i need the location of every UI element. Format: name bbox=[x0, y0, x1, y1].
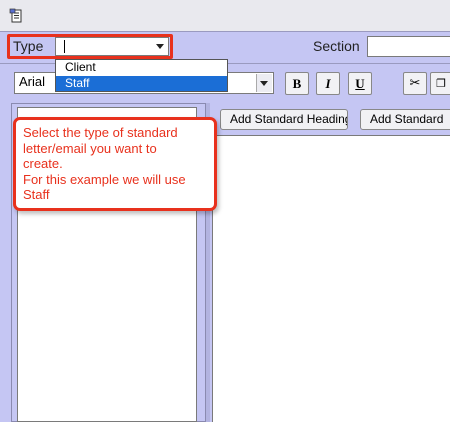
document-icon bbox=[9, 8, 22, 23]
cut-button[interactable]: ✂ bbox=[403, 72, 427, 95]
chevron-down-icon bbox=[260, 81, 268, 86]
section-label: Section bbox=[313, 38, 360, 54]
callout-line: For this example we will use bbox=[23, 171, 186, 187]
scissors-icon: ✂ bbox=[409, 76, 421, 91]
callout-line: Staff bbox=[23, 187, 50, 202]
underline-button[interactable]: U bbox=[348, 72, 372, 95]
editor-area[interactable] bbox=[212, 135, 450, 422]
copy-icon: ❐ bbox=[436, 77, 446, 90]
add-standard-button[interactable]: Add Standard bbox=[360, 109, 450, 130]
font-select-value: Arial bbox=[19, 74, 46, 89]
title-bar bbox=[0, 0, 450, 32]
instruction-callout: Select the type of standard letter/email… bbox=[13, 117, 217, 211]
dropdown-option-staff[interactable]: Staff bbox=[56, 76, 227, 91]
section-input[interactable] bbox=[367, 36, 450, 57]
copy-button[interactable]: ❐ bbox=[430, 72, 450, 95]
dropdown-option-client[interactable]: Client bbox=[56, 60, 227, 75]
callout-line: Select the type of standard bbox=[23, 125, 178, 140]
italic-button[interactable]: I bbox=[316, 72, 340, 95]
bold-button[interactable]: B bbox=[285, 72, 309, 95]
add-standard-heading-button[interactable]: Add Standard Heading bbox=[220, 109, 348, 130]
callout-line: create. bbox=[23, 156, 63, 171]
type-highlight-box bbox=[7, 34, 173, 59]
callout-line: letter/email you want to bbox=[23, 140, 157, 156]
